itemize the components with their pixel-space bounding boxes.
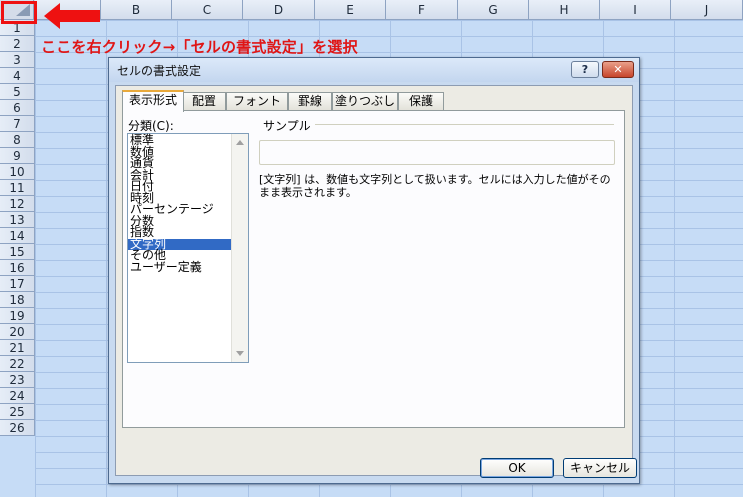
category-scrollbar[interactable] <box>231 134 248 362</box>
row-header[interactable]: 10 <box>0 164 35 180</box>
column-header[interactable]: J <box>671 0 743 20</box>
row-header[interactable]: 3 <box>0 52 35 68</box>
row-header[interactable]: 13 <box>0 212 35 228</box>
help-button[interactable]: ? <box>571 61 599 78</box>
sample-group-line <box>308 124 614 125</box>
row-header[interactable]: 18 <box>0 292 35 308</box>
tab-item[interactable]: 塗りつぶし <box>332 92 398 110</box>
dialog-titlebar[interactable]: セルの書式設定 ? ✕ <box>109 58 639 82</box>
column-header[interactable]: I <box>600 0 671 20</box>
tab-item[interactable]: 罫線 <box>288 92 332 110</box>
column-header[interactable]: C <box>172 0 243 20</box>
row-header[interactable]: 17 <box>0 276 35 292</box>
category-item[interactable]: ユーザー定義 <box>128 261 232 274</box>
dialog-body: 表示形式 配置 フォント 罫線 塗りつぶし 保護 分類(C): 標準 数値 通貨 会計 日付 時刻パ… <box>115 85 637 478</box>
row-header[interactable]: 16 <box>0 260 35 276</box>
row-header[interactable]: 2 <box>0 36 35 52</box>
close-button[interactable]: ✕ <box>602 61 634 78</box>
column-header[interactable]: G <box>458 0 529 20</box>
dialog-title: セルの書式設定 <box>117 64 202 78</box>
red-arrow-icon <box>44 3 100 29</box>
row-header[interactable]: 24 <box>0 388 35 404</box>
category-listbox[interactable]: 標準 数値 通貨 会計 日付 時刻 パーセンテージ 分数 指数 文字列 その他 ユーザー定義 <box>127 133 249 363</box>
row-header[interactable]: 26 <box>0 420 35 436</box>
row-header[interactable]: 7 <box>0 116 35 132</box>
cancel-button[interactable]: キャンセル <box>563 458 637 478</box>
number-format-panel: 分類(C): 標準 数値 通貨 会計 日付 時刻 パーセンテージ 分数 指数 文字列 その他 ユーザー… <box>122 110 625 428</box>
row-header[interactable]: 20 <box>0 324 35 340</box>
column-header[interactable]: B <box>101 0 172 20</box>
column-header[interactable]: E <box>315 0 386 20</box>
row-header[interactable]: 6 <box>0 100 35 116</box>
row-header[interactable]: 9 <box>0 148 35 164</box>
row-header[interactable]: 15 <box>0 244 35 260</box>
sample-label: サンプル <box>263 117 315 134</box>
tab-item[interactable]: 保護 <box>398 92 444 110</box>
row-header[interactable]: 8 <box>0 132 35 148</box>
ok-button[interactable]: OK <box>480 458 554 478</box>
column-headers: BCDEFGHIJ <box>35 0 743 20</box>
highlight-box <box>1 1 37 24</box>
row-header[interactable]: 25 <box>0 404 35 420</box>
category-label: 分類(C): <box>128 119 174 133</box>
column-header[interactable]: D <box>243 0 315 20</box>
row-header[interactable]: 12 <box>0 196 35 212</box>
row-header[interactable]: 5 <box>0 84 35 100</box>
row-header[interactable]: 23 <box>0 372 35 388</box>
row-header[interactable]: 4 <box>0 68 35 84</box>
tab-item[interactable]: フォント <box>226 92 288 110</box>
tab-item[interactable]: 配置 <box>182 92 226 110</box>
category-items: 標準 数値 通貨 会計 日付 時刻 パーセンテージ 分数 指数 文字列 その他 ユーザー定義 <box>128 134 232 274</box>
scroll-up-icon[interactable] <box>236 140 244 145</box>
column-header[interactable]: H <box>529 0 600 20</box>
column-header[interactable]: F <box>386 0 458 20</box>
row-header[interactable]: 11 <box>0 180 35 196</box>
tab-item[interactable]: 表示形式 <box>122 90 184 112</box>
format-cells-dialog: セルの書式設定 ? ✕ 表示形式 配置 フォント 罫線 塗りつぶし 保護 分類(C): 標… <box>108 57 640 484</box>
sample-preview <box>259 140 615 165</box>
row-header[interactable]: 19 <box>0 308 35 324</box>
row-header[interactable]: 22 <box>0 356 35 372</box>
row-header[interactable]: 21 <box>0 340 35 356</box>
row-header[interactable]: 14 <box>0 228 35 244</box>
format-description: [文字列] は、数値も文字列として扱います。セルには入力した値がそのまま表示され… <box>259 173 611 199</box>
instruction-annotation: ここを右クリック→「セルの書式設定」を選択 <box>41 38 358 56</box>
scroll-down-icon[interactable] <box>236 351 244 356</box>
